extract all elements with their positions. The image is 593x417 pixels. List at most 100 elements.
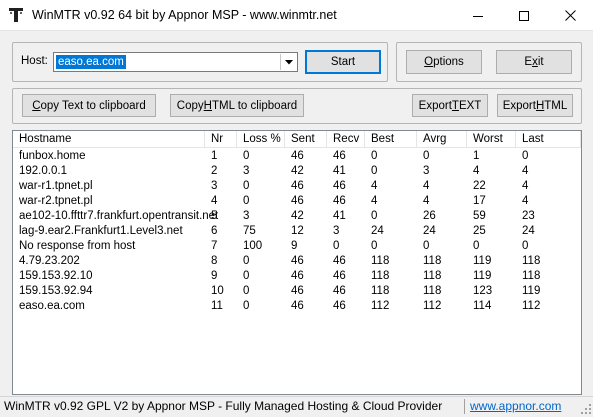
cell-nr: 9 bbox=[211, 270, 218, 282]
exit-button[interactable]: Ex it bbox=[496, 50, 572, 74]
cell-avrg: 0 bbox=[423, 150, 430, 162]
resize-grip-icon[interactable] bbox=[581, 404, 591, 414]
copy-html-button[interactable]: Copy H TML to clipboard bbox=[170, 94, 304, 117]
cell-last: 4 bbox=[522, 195, 529, 207]
cell-nr: 2 bbox=[211, 165, 218, 177]
cell-nr: 10 bbox=[211, 285, 224, 297]
cell-loss: 0 bbox=[243, 195, 250, 207]
table-row[interactable]: easo.ea.com 11 0 46 46 112 112 114 112 bbox=[13, 299, 581, 313]
table-row[interactable]: 4.79.23.202 8 0 46 46 118 118 119 118 bbox=[13, 254, 581, 268]
cell-last: 23 bbox=[522, 210, 535, 222]
cell-recv: 46 bbox=[333, 300, 346, 312]
column-header-loss[interactable]: Loss % bbox=[237, 131, 285, 148]
cell-recv: 46 bbox=[333, 285, 346, 297]
cell-sent: 46 bbox=[291, 180, 304, 192]
cell-last: 119 bbox=[522, 285, 541, 297]
results-table[interactable]: Hostname Nr Loss % Sent Recv Best Avrg Worst Las… bbox=[12, 130, 582, 395]
cell-avrg: 118 bbox=[423, 255, 442, 267]
appnor-link[interactable]: www.appnor.com bbox=[470, 399, 561, 413]
column-header-best[interactable]: Best bbox=[365, 131, 417, 148]
cell-nr: 7 bbox=[211, 240, 218, 252]
cell-sent: 46 bbox=[291, 150, 304, 162]
cell-nr: 4 bbox=[211, 195, 218, 207]
cell-recv: 41 bbox=[333, 210, 346, 222]
chevron-down-icon bbox=[284, 59, 293, 64]
cell-best: 118 bbox=[371, 285, 390, 297]
cell-avrg: 3 bbox=[423, 165, 430, 177]
window-title: WinMTR v0.92 64 bit by Appnor MSP - www.… bbox=[32, 8, 337, 22]
cell-recv: 46 bbox=[333, 255, 346, 267]
cell-hostname: war-r2.tpnet.pl bbox=[19, 195, 93, 207]
title-bar[interactable]: WinMTR v0.92 64 bit by Appnor MSP - www.… bbox=[0, 0, 593, 31]
table-row[interactable]: 159.153.92.10 9 0 46 46 118 118 119 118 bbox=[13, 269, 581, 283]
export-html-button[interactable]: Export H TML bbox=[497, 94, 573, 117]
table-body: funbox.home 1 0 46 46 0 0 1 0 192.0.0.1 2 3 42 41 0 3 4 4… bbox=[13, 149, 581, 394]
cell-recv: 46 bbox=[333, 195, 346, 207]
table-row[interactable]: funbox.home 1 0 46 46 0 0 1 0 bbox=[13, 149, 581, 163]
table-row[interactable]: war-r1.tpnet.pl 3 0 46 46 4 4 22 4 bbox=[13, 179, 581, 193]
close-button[interactable] bbox=[547, 0, 593, 31]
cell-last: 24 bbox=[522, 225, 535, 237]
cell-sent: 9 bbox=[291, 240, 298, 252]
start-button[interactable]: Start bbox=[305, 50, 381, 74]
cell-best: 0 bbox=[371, 150, 378, 162]
cell-recv: 0 bbox=[333, 240, 340, 252]
cell-sent: 42 bbox=[291, 210, 304, 222]
cell-loss: 3 bbox=[243, 165, 250, 177]
column-header-last[interactable]: Last bbox=[516, 131, 581, 148]
cell-sent: 42 bbox=[291, 165, 304, 177]
cell-hostname: easo.ea.com bbox=[19, 300, 85, 312]
minimize-button[interactable] bbox=[455, 0, 501, 31]
status-bar: WinMTR v0.92 GPL V2 by Appnor MSP - Full… bbox=[0, 396, 593, 416]
cell-worst: 0 bbox=[473, 240, 480, 252]
table-row[interactable]: ae102-10.ffttr7.frankfurt.opentransit.ne… bbox=[13, 209, 581, 223]
cell-avrg: 112 bbox=[423, 300, 442, 312]
host-input[interactable]: easo.ea.com bbox=[56, 55, 126, 69]
dropdown-button[interactable] bbox=[280, 54, 296, 70]
column-header-hostname[interactable]: Hostname bbox=[13, 131, 205, 148]
cell-hostname: war-r1.tpnet.pl bbox=[19, 180, 93, 192]
cell-best: 112 bbox=[371, 300, 390, 312]
cell-best: 0 bbox=[371, 165, 378, 177]
maximize-button[interactable] bbox=[501, 0, 547, 31]
cell-best: 4 bbox=[371, 195, 378, 207]
table-row[interactable]: No response from host 7 100 9 0 0 0 0 0 bbox=[13, 239, 581, 253]
column-header-worst[interactable]: Worst bbox=[467, 131, 516, 148]
export-text-button[interactable]: Export T EXT bbox=[412, 94, 488, 117]
column-header-recv[interactable]: Recv bbox=[327, 131, 365, 148]
cell-recv: 41 bbox=[333, 165, 346, 177]
cell-hostname: funbox.home bbox=[19, 150, 86, 162]
copy-text-button[interactable]: Copy Text to clipboard bbox=[22, 94, 156, 117]
column-header-nr[interactable]: Nr bbox=[205, 131, 237, 148]
cell-worst: 17 bbox=[473, 195, 486, 207]
cell-nr: 5 bbox=[211, 210, 218, 222]
options-button[interactable]: Options bbox=[406, 50, 482, 74]
app-icon bbox=[8, 7, 24, 23]
table-row[interactable]: war-r2.tpnet.pl 4 0 46 46 4 4 17 4 bbox=[13, 194, 581, 208]
host-combobox[interactable]: easo.ea.com bbox=[53, 52, 298, 72]
column-header-sent[interactable]: Sent bbox=[285, 131, 327, 148]
cell-worst: 59 bbox=[473, 210, 486, 222]
cell-sent: 46 bbox=[291, 285, 304, 297]
cell-nr: 8 bbox=[211, 255, 218, 267]
cell-avrg: 118 bbox=[423, 285, 442, 297]
cell-avrg: 0 bbox=[423, 240, 430, 252]
cell-sent: 46 bbox=[291, 195, 304, 207]
cell-worst: 22 bbox=[473, 180, 486, 192]
cell-loss: 0 bbox=[243, 255, 250, 267]
table-row[interactable]: 192.0.0.1 2 3 42 41 0 3 4 4 bbox=[13, 164, 581, 178]
cell-last: 0 bbox=[522, 150, 529, 162]
cell-avrg: 118 bbox=[423, 270, 442, 282]
table-row[interactable]: 159.153.92.94 10 0 46 46 118 118 123 119 bbox=[13, 284, 581, 298]
status-divider bbox=[464, 399, 465, 414]
table-row[interactable]: lag-9.ear2.Frankfurt1.Level3.net 6 75 12 3 24… bbox=[13, 224, 581, 238]
cell-recv: 3 bbox=[333, 225, 340, 237]
cell-best: 4 bbox=[371, 180, 378, 192]
cell-best: 118 bbox=[371, 270, 390, 282]
minimize-icon bbox=[473, 15, 483, 17]
cell-sent: 12 bbox=[291, 225, 304, 237]
cell-loss: 0 bbox=[243, 150, 250, 162]
column-header-avrg[interactable]: Avrg bbox=[417, 131, 467, 148]
cell-worst: 119 bbox=[473, 270, 492, 282]
maximize-icon bbox=[519, 10, 529, 21]
